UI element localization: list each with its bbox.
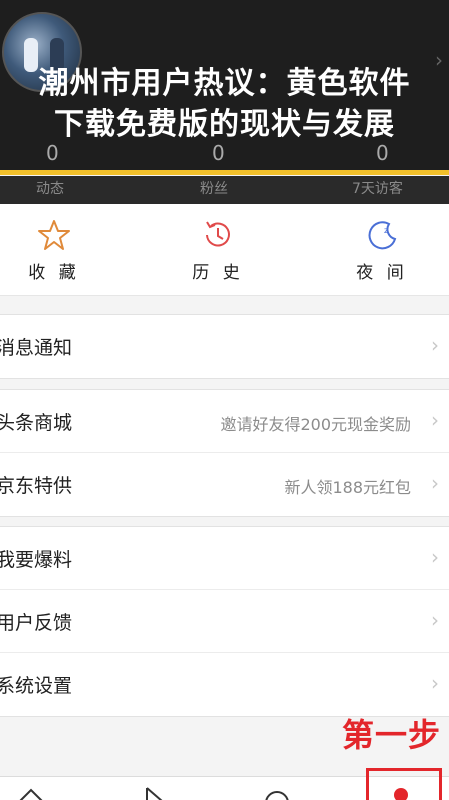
favorites-label: 收 藏 bbox=[28, 263, 80, 283]
stat-visitors-count[interactable]: 0 bbox=[376, 141, 389, 165]
home-icon[interactable] bbox=[16, 787, 46, 800]
menu-item-report[interactable]: 我要爆料 › bbox=[0, 527, 449, 590]
overlay-title-line2: 下载免费版的现状与发展 bbox=[54, 107, 395, 142]
night-mode-label: 夜 间 bbox=[356, 263, 408, 283]
menu-item-hint: 邀请好友得200元现金奖励 bbox=[220, 415, 411, 434]
menu-item-label: 用户反馈 bbox=[0, 612, 73, 634]
stat-dynamic-label[interactable]: 动态 bbox=[36, 178, 64, 198]
menu-group-other: 我要爆料 › 用户反馈 › 系统设置 › bbox=[0, 526, 449, 717]
video-play-icon[interactable] bbox=[142, 787, 168, 800]
profile-header: › 潮州市用户热议：黄色软件 下载免费版的现状与发展 0 0 0 bbox=[0, 0, 449, 175]
menu-item-label: 消息通知 bbox=[0, 337, 73, 359]
menu-item-mall[interactable]: 头条商城 邀请好友得200元现金奖励 › bbox=[0, 390, 449, 453]
stats-label-strip: 动态 粉丝 7天访客 bbox=[0, 176, 449, 204]
accent-bar bbox=[0, 170, 449, 175]
history-button[interactable]: 历 史 bbox=[168, 218, 268, 283]
menu-item-settings[interactable]: 系统设置 › bbox=[0, 653, 449, 716]
stat-visitors-label[interactable]: 7天访客 bbox=[352, 178, 403, 198]
chevron-right-icon: › bbox=[431, 545, 439, 569]
stat-fans-label[interactable]: 粉丝 bbox=[200, 178, 228, 198]
history-label: 历 史 bbox=[192, 263, 244, 283]
chevron-right-icon: › bbox=[431, 333, 439, 357]
step-annotation: 第一步 bbox=[341, 716, 441, 754]
star-icon bbox=[38, 220, 70, 250]
profile-icon[interactable] bbox=[394, 788, 408, 800]
search-icon[interactable] bbox=[262, 787, 292, 800]
chevron-right-icon: › bbox=[431, 471, 439, 495]
chevron-right-icon: › bbox=[431, 608, 439, 632]
svg-text:z: z bbox=[384, 226, 388, 235]
shortcut-row: 收 藏 历 史 z 夜 间 bbox=[0, 204, 449, 296]
history-clock-icon bbox=[206, 221, 230, 247]
chevron-right-icon: › bbox=[431, 671, 439, 695]
menu-group-shopping: 头条商城 邀请好友得200元现金奖励 › 京东特供 新人领188元红包 › bbox=[0, 389, 449, 517]
favorites-button[interactable]: 收 藏 bbox=[4, 218, 104, 283]
menu-item-feedback[interactable]: 用户反馈 › bbox=[0, 590, 449, 653]
menu-item-label: 我要爆料 bbox=[0, 549, 73, 571]
menu-item-label: 系统设置 bbox=[0, 675, 73, 697]
chevron-right-icon: › bbox=[431, 408, 439, 432]
menu-item-jd[interactable]: 京东特供 新人领188元红包 › bbox=[0, 453, 449, 516]
menu-item-notifications[interactable]: 消息通知 › bbox=[0, 315, 449, 378]
menu-item-label: 头条商城 bbox=[0, 412, 73, 434]
night-mode-button[interactable]: z 夜 间 bbox=[332, 218, 432, 283]
moon-icon: z bbox=[368, 221, 397, 250]
overlay-title-line1: 潮州市用户热议：黄色软件 bbox=[38, 66, 411, 101]
menu-item-label: 京东特供 bbox=[0, 475, 73, 497]
stat-dynamic-count[interactable]: 0 bbox=[46, 141, 59, 165]
stat-fans-count[interactable]: 0 bbox=[212, 141, 225, 165]
menu-group-notifications: 消息通知 › bbox=[0, 314, 449, 379]
menu-item-hint: 新人领188元红包 bbox=[284, 478, 411, 497]
